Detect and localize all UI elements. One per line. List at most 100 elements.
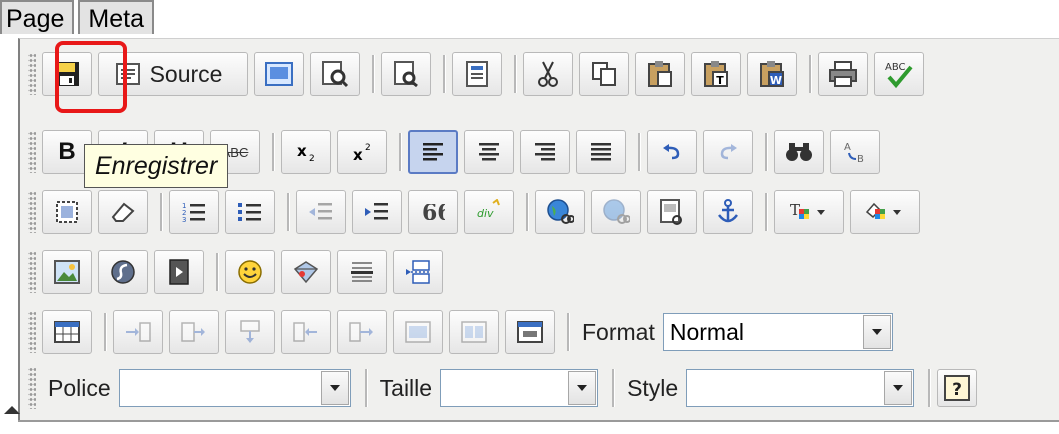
subscript-button[interactable]: x2 — [281, 130, 331, 174]
copy-button[interactable] — [579, 52, 629, 96]
flash-button[interactable] — [98, 250, 148, 294]
svg-text:T: T — [716, 74, 724, 87]
toolbar-grip[interactable] — [28, 311, 36, 353]
insert-row-before-button[interactable] — [113, 310, 163, 354]
unlink-button[interactable] — [591, 190, 641, 234]
align-center-button[interactable] — [464, 130, 514, 174]
replace-button[interactable]: AB — [830, 130, 880, 174]
separator — [272, 133, 275, 171]
chevron-down-icon[interactable] — [884, 371, 913, 405]
svg-text:T: T — [790, 201, 800, 219]
paste-text-button[interactable]: T — [691, 52, 741, 96]
merge-cells-button[interactable] — [393, 310, 443, 354]
div-container-button[interactable]: div — [464, 190, 514, 234]
blockquote-button[interactable]: 66 — [408, 190, 458, 234]
select-all-button[interactable] — [42, 190, 92, 234]
chevron-down-icon[interactable] — [862, 315, 891, 349]
separator — [765, 193, 768, 231]
background-color-button[interactable] — [850, 190, 920, 234]
insert-row-below-button[interactable] — [225, 310, 275, 354]
horizontal-rule-icon — [351, 262, 373, 282]
print-preview-button[interactable] — [381, 52, 431, 96]
tab-bar: Page Meta — [0, 0, 158, 38]
copy-icon — [592, 62, 616, 86]
gem-icon — [293, 261, 319, 284]
text-color-button[interactable]: T — [774, 190, 844, 234]
indent-button[interactable] — [352, 190, 402, 234]
globe-unlink-icon — [603, 199, 630, 224]
preview-button[interactable] — [310, 52, 360, 96]
link-document-button[interactable] — [647, 190, 697, 234]
toolbar-row-5: Format Normal — [28, 306, 901, 358]
superscript-button[interactable]: x2 — [337, 130, 387, 174]
paste-button[interactable] — [635, 52, 685, 96]
image-button[interactable] — [42, 250, 92, 294]
toolbar-grip[interactable] — [28, 131, 36, 173]
numbered-list-button[interactable]: 123 — [169, 190, 219, 234]
format-select[interactable]: Normal — [662, 313, 893, 351]
editor-bottom-border — [0, 420, 1059, 434]
cut-button[interactable] — [523, 52, 573, 96]
align-left-button[interactable] — [408, 130, 458, 174]
find-button[interactable] — [774, 130, 824, 174]
help-button[interactable]: ? — [937, 369, 978, 407]
format-value: Normal — [669, 318, 744, 345]
toolbar-grip[interactable] — [28, 53, 36, 95]
page-break-button[interactable] — [393, 250, 443, 294]
tab-meta[interactable]: Meta — [78, 0, 154, 34]
redo-button[interactable] — [703, 130, 753, 174]
align-right-button[interactable] — [520, 130, 570, 174]
toolbar-grip[interactable] — [28, 367, 36, 409]
remove-format-button[interactable] — [98, 190, 148, 234]
font-select[interactable] — [118, 369, 351, 407]
chevron-down-icon[interactable] — [568, 371, 597, 405]
delete-row-button[interactable] — [281, 310, 331, 354]
paste-word-button[interactable]: W — [747, 52, 797, 96]
horizontal-rule-button[interactable] — [337, 250, 387, 294]
table-button[interactable] — [42, 310, 92, 354]
link-button[interactable] — [535, 190, 585, 234]
anchor-button[interactable] — [703, 190, 753, 234]
source-doc-icon — [115, 63, 140, 85]
special-char-button[interactable] — [281, 250, 331, 294]
document-link-icon — [660, 199, 682, 225]
printer-icon — [829, 61, 857, 87]
svg-text:A: A — [844, 142, 851, 153]
undo-button[interactable] — [647, 130, 697, 174]
templates-button[interactable] — [452, 52, 502, 96]
outdent-button[interactable] — [296, 190, 346, 234]
insert-column-button[interactable] — [169, 310, 219, 354]
page-break-icon — [406, 260, 430, 284]
numbered-list-icon: 123 — [182, 202, 205, 224]
save-button[interactable] — [42, 52, 92, 96]
separator — [612, 369, 616, 407]
split-cells-button[interactable] — [449, 310, 499, 354]
size-select[interactable] — [440, 369, 599, 407]
row-insert-icon — [126, 322, 151, 342]
spellcheck-button[interactable]: ABC — [874, 52, 924, 96]
svg-text:?: ? — [952, 380, 962, 400]
separator — [364, 369, 368, 407]
table-properties-button[interactable] — [505, 310, 555, 354]
source-button[interactable]: Source — [98, 52, 248, 96]
smiley-button[interactable] — [225, 250, 275, 294]
print-button[interactable] — [818, 52, 868, 96]
video-button[interactable] — [154, 250, 204, 294]
toolbar-row-3: 123 66 div T — [28, 186, 926, 238]
collapse-toolbar-icon[interactable] — [4, 406, 20, 414]
chevron-down-icon[interactable] — [320, 371, 349, 405]
toolbar-grip[interactable] — [28, 251, 36, 293]
full-page-button[interactable] — [254, 52, 304, 96]
svg-text:2: 2 — [365, 143, 371, 153]
svg-text:x: x — [353, 146, 363, 163]
delete-column-button[interactable] — [337, 310, 387, 354]
background-color-icon — [865, 202, 901, 219]
police-label: Police — [48, 374, 111, 401]
tab-page[interactable]: Page — [0, 0, 75, 34]
justify-button[interactable] — [576, 130, 626, 174]
bulleted-list-button[interactable] — [225, 190, 275, 234]
image-icon — [54, 260, 80, 284]
toolbar-grip[interactable] — [28, 191, 36, 233]
eraser-icon — [111, 202, 135, 222]
style-select[interactable] — [686, 369, 915, 407]
